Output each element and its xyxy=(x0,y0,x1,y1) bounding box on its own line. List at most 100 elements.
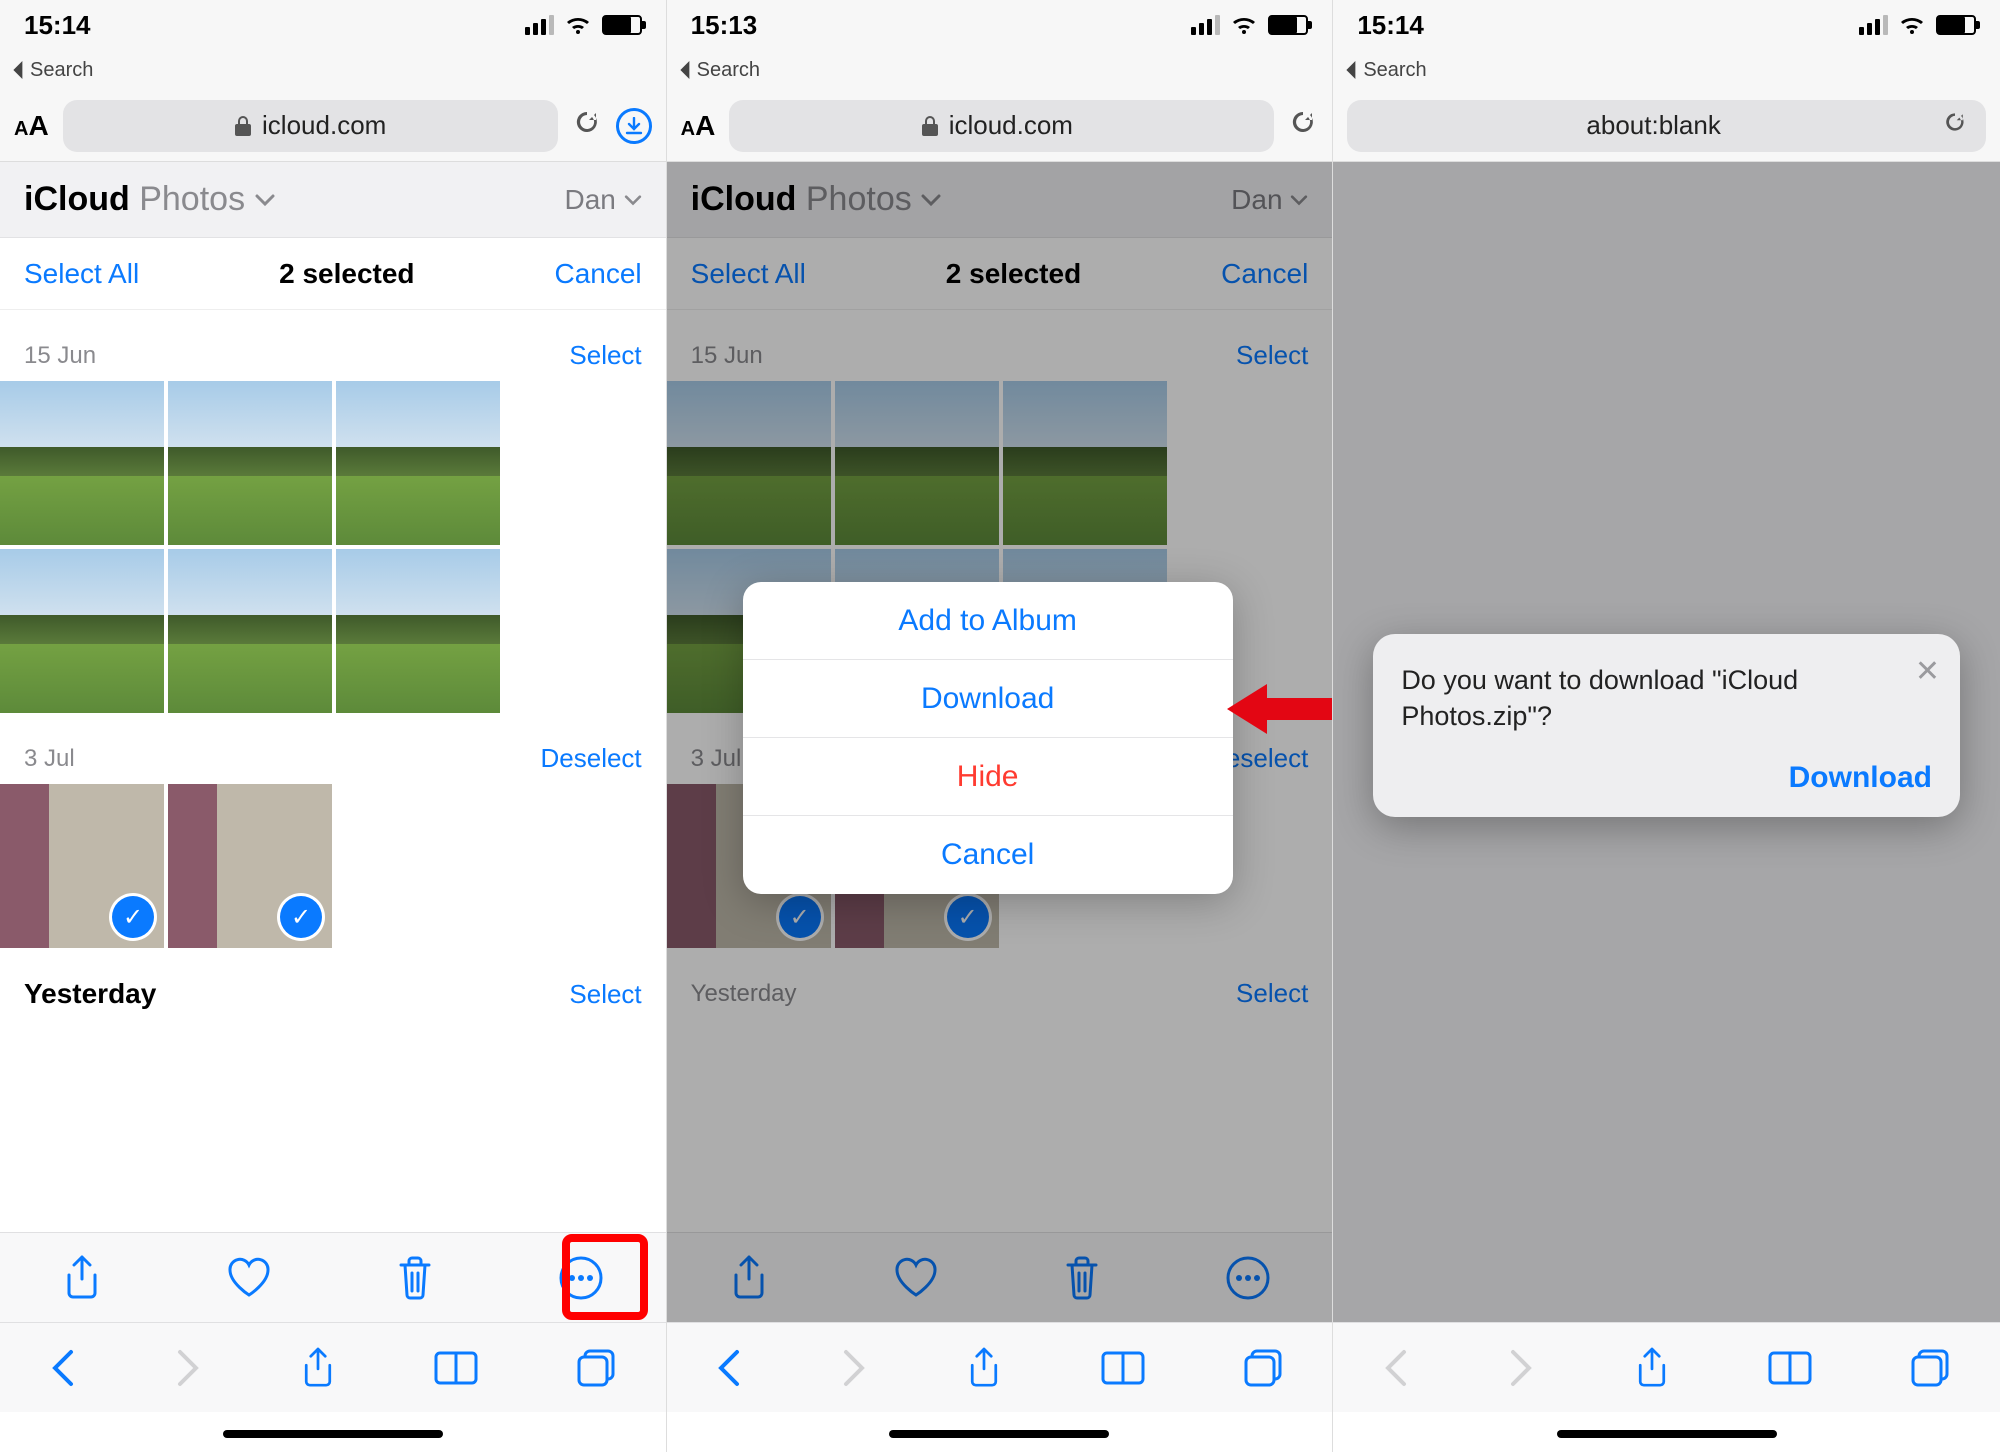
photo-grid-content: 15 Jun Select 3 Jul Deselect ✓ ✓ Yesterd… xyxy=(0,310,666,1252)
text-size-button[interactable]: AA xyxy=(681,110,716,142)
cancel-button[interactable]: Cancel xyxy=(554,258,641,290)
back-label: Search xyxy=(30,59,93,82)
photo-thumb[interactable] xyxy=(336,381,500,545)
url-text: icloud.com xyxy=(262,110,386,141)
section-header: 3 Jul Deselect xyxy=(0,713,666,784)
dialog-download-button[interactable]: Download xyxy=(1401,761,1932,795)
checkmark-icon: ✓ xyxy=(280,896,322,938)
photo-thumb[interactable]: ✓ xyxy=(168,784,332,948)
back-to-search[interactable]: Search xyxy=(1333,50,2000,90)
section-action[interactable]: Deselect xyxy=(541,743,642,774)
safari-share-button[interactable] xyxy=(299,1346,337,1390)
tabs-button[interactable] xyxy=(1242,1347,1284,1389)
safari-address-bar: about:blank xyxy=(1333,90,2000,162)
tabs-button[interactable] xyxy=(1909,1347,1951,1389)
sheet-cancel[interactable]: Cancel xyxy=(743,816,1233,894)
section-action[interactable]: Select xyxy=(569,340,641,371)
bookmarks-button[interactable] xyxy=(1768,1349,1812,1387)
screen-1: 15:14 Search AA icloud.com iCloud Photos xyxy=(0,0,667,1452)
section-date: Yesterday xyxy=(24,978,156,1010)
nav-forward-button xyxy=(840,1348,868,1388)
back-to-search[interactable]: Search xyxy=(0,50,666,90)
sheet-download[interactable]: Download xyxy=(743,660,1233,738)
select-all-button[interactable]: Select All xyxy=(24,258,139,290)
battery-icon xyxy=(1936,15,1976,35)
download-dialog: ✕ Do you want to download "iCloud Photos… xyxy=(1373,634,1960,817)
screen-3: 15:14 Search about:blank ✕ Do you want t… xyxy=(1333,0,2000,1452)
photo-thumb[interactable]: ✓ xyxy=(0,784,164,948)
safari-toolbar xyxy=(1333,1322,2000,1412)
share-button[interactable] xyxy=(61,1255,103,1301)
back-caret-icon xyxy=(679,61,693,79)
photo-thumb[interactable] xyxy=(168,381,332,545)
cellular-icon xyxy=(1191,15,1220,35)
thumb-grid: ✓ ✓ xyxy=(0,784,666,948)
icloud-toolbar xyxy=(0,1232,666,1322)
nav-back-button[interactable] xyxy=(49,1348,77,1388)
url-field[interactable]: icloud.com xyxy=(729,100,1274,152)
nav-back-button[interactable] xyxy=(715,1348,743,1388)
safari-toolbar xyxy=(0,1322,666,1412)
url-text: about:blank xyxy=(1586,110,1720,141)
account-menu[interactable]: Dan xyxy=(565,184,642,216)
nav-forward-button xyxy=(1507,1348,1535,1388)
cellular-icon xyxy=(525,15,554,35)
selection-count: 2 selected xyxy=(279,258,414,290)
section-header: 15 Jun Select xyxy=(0,310,666,381)
safari-address-bar: AA icloud.com xyxy=(0,90,666,162)
screen-2: 15:13 Search AA icloud.com iCloud Photos… xyxy=(667,0,1334,1452)
battery-icon xyxy=(1268,15,1308,35)
back-label: Search xyxy=(1363,59,1426,82)
lock-icon xyxy=(234,115,252,137)
back-caret-icon xyxy=(12,61,26,79)
action-sheet: Add to Album Download Hide Cancel xyxy=(743,582,1233,894)
photo-thumb[interactable] xyxy=(0,549,164,713)
nav-back-button xyxy=(1382,1348,1410,1388)
battery-icon xyxy=(602,15,642,35)
url-text: icloud.com xyxy=(949,110,1073,141)
icloud-brand[interactable]: iCloud Photos xyxy=(24,180,275,219)
refresh-button[interactable] xyxy=(1288,107,1318,145)
back-caret-icon xyxy=(1345,61,1359,79)
url-field[interactable]: icloud.com xyxy=(63,100,558,152)
thumb-grid xyxy=(0,381,666,713)
back-to-search[interactable]: Search xyxy=(667,50,1333,90)
wifi-icon xyxy=(1898,14,1926,36)
safari-share-button[interactable] xyxy=(965,1346,1003,1390)
status-time: 15:13 xyxy=(691,10,758,41)
chevron-down-icon xyxy=(255,194,275,208)
status-time: 15:14 xyxy=(1357,10,1424,41)
favorite-button[interactable] xyxy=(226,1257,272,1299)
trash-button[interactable] xyxy=(395,1255,435,1301)
photo-thumb[interactable] xyxy=(168,549,332,713)
text-size-button[interactable]: AA xyxy=(14,110,49,142)
status-right xyxy=(525,14,642,36)
bookmarks-button[interactable] xyxy=(1101,1349,1145,1387)
refresh-button[interactable] xyxy=(1942,109,1968,142)
safari-share-button[interactable] xyxy=(1633,1346,1671,1390)
home-indicator xyxy=(1557,1430,1777,1438)
photo-thumb[interactable] xyxy=(336,549,500,713)
back-label: Search xyxy=(697,59,760,82)
section-date: 3 Jul xyxy=(24,745,75,773)
section-action[interactable]: Select xyxy=(569,979,641,1010)
selection-bar: Select All 2 selected Cancel xyxy=(0,238,666,310)
bookmarks-button[interactable] xyxy=(434,1349,478,1387)
home-indicator xyxy=(889,1430,1109,1438)
sheet-hide[interactable]: Hide xyxy=(743,738,1233,816)
dialog-close-button[interactable]: ✕ xyxy=(1915,654,1940,689)
home-indicator xyxy=(223,1430,443,1438)
refresh-button[interactable] xyxy=(572,107,602,145)
sheet-add-to-album[interactable]: Add to Album xyxy=(743,582,1233,660)
safari-toolbar xyxy=(667,1322,1333,1412)
photo-thumb[interactable] xyxy=(0,381,164,545)
tabs-button[interactable] xyxy=(575,1347,617,1389)
status-bar: 15:14 xyxy=(1333,0,2000,50)
downloads-button[interactable] xyxy=(616,108,652,144)
nav-forward-button xyxy=(174,1348,202,1388)
more-button[interactable] xyxy=(558,1255,604,1301)
wifi-icon xyxy=(1230,14,1258,36)
checkmark-icon: ✓ xyxy=(112,896,154,938)
url-field[interactable]: about:blank xyxy=(1347,100,1986,152)
safari-address-bar: AA icloud.com xyxy=(667,90,1333,162)
